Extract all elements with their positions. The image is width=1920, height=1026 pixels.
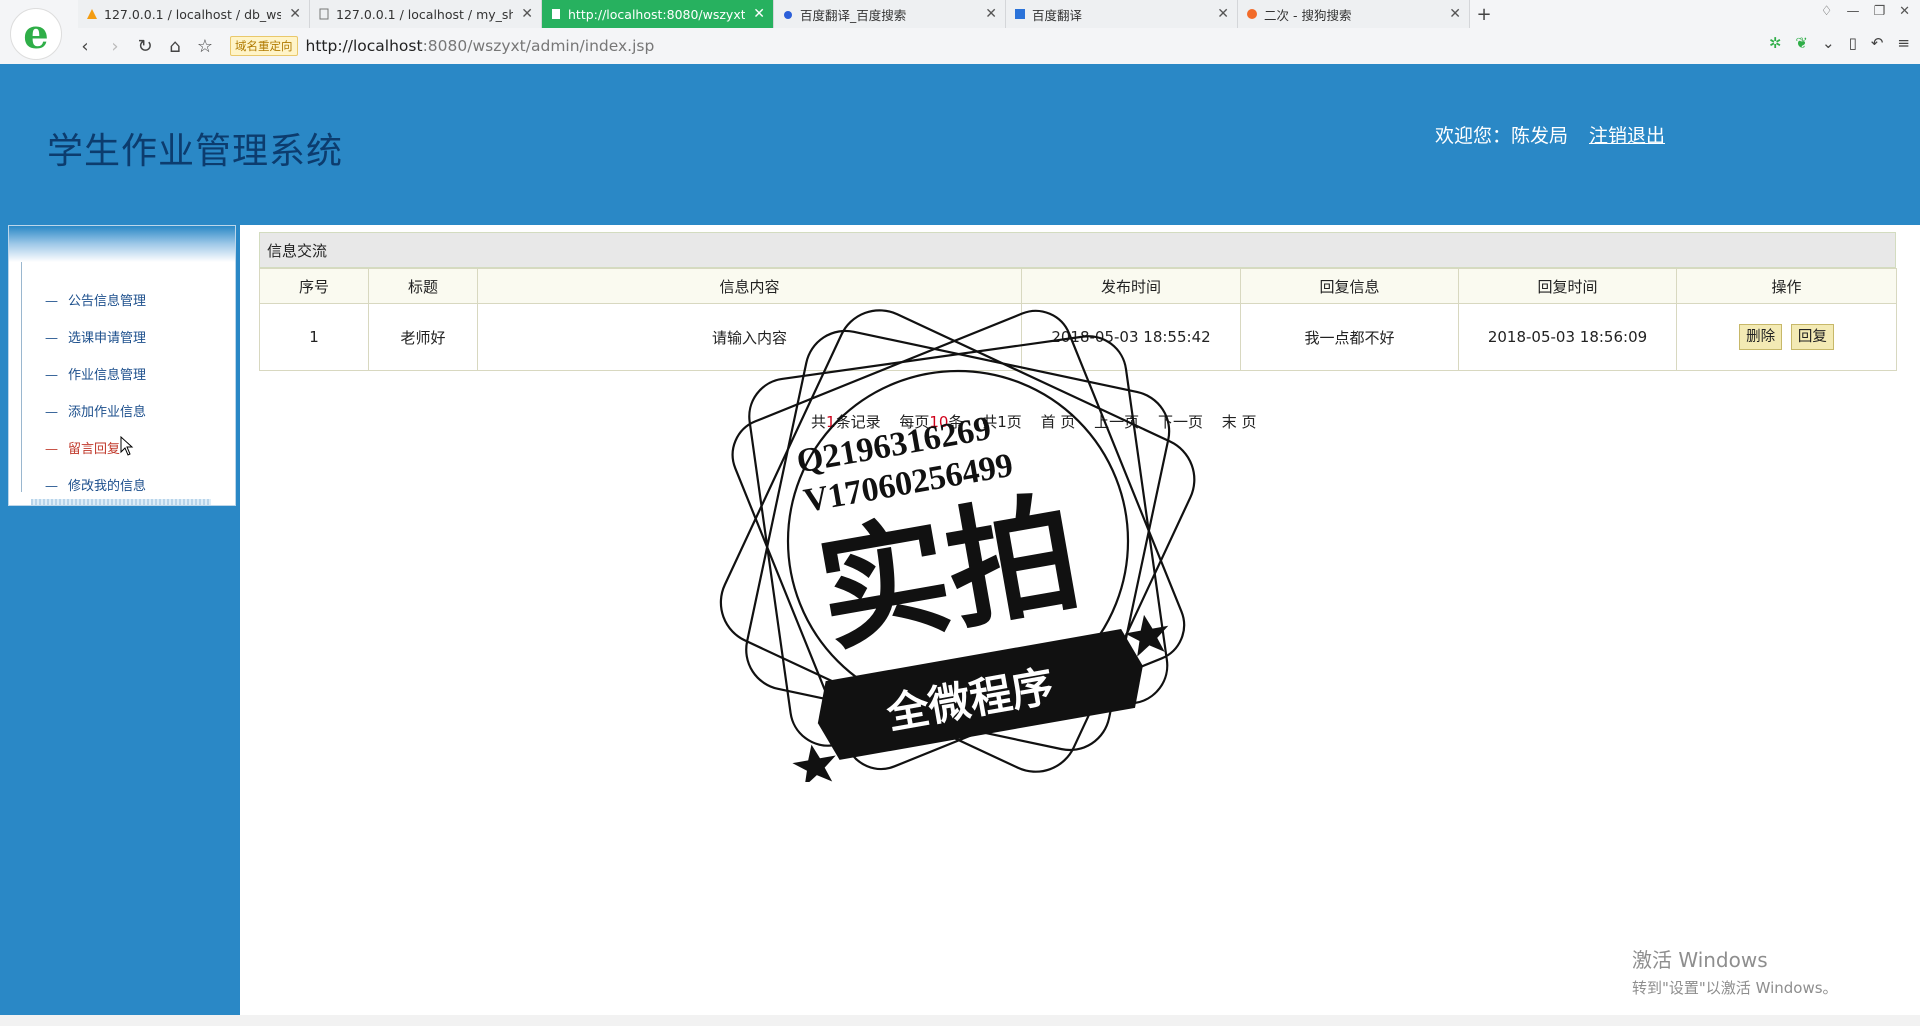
restore-icon[interactable]: ❐ (1873, 4, 1885, 19)
cell-title: 老师好 (368, 303, 478, 371)
redirect-badge: 域名重定向 (230, 36, 298, 56)
browser-logo-icon[interactable]: e (10, 8, 62, 60)
sidebar-item-course-applications[interactable]: — 选课申请管理 (45, 327, 146, 346)
column-header: 标题 (368, 268, 478, 304)
watermark-stamp: Q2196316269 V17060256499 实拍 全微程序 (719, 309, 1196, 782)
welcome-text: 欢迎您：陈发局 (1435, 125, 1569, 147)
sidebar-item-label: 选课申请管理 (68, 331, 147, 346)
close-tab-icon[interactable]: ✕ (289, 6, 301, 22)
close-window-icon[interactable]: ✕ (1899, 4, 1910, 19)
sidebar-item-message-reply[interactable]: — 留言回复 (45, 438, 120, 457)
sidebar-item-label: 留言回复 (68, 442, 121, 457)
leaf-icon[interactable]: ❦ (1795, 34, 1808, 52)
browser-status-bar (0, 1015, 1920, 1026)
bookmark-icon[interactable]: ▯ (1849, 34, 1857, 52)
cell-reply-time: 2018-05-03 18:56:09 (1458, 303, 1677, 371)
browser-tab[interactable]: 百度翻译_百度搜索 ✕ (774, 0, 1006, 28)
tab-title: 二次 - 搜狗搜索 (1264, 7, 1352, 23)
pager-last-link[interactable]: 末 页 (1222, 413, 1257, 431)
baidu-icon (782, 8, 794, 20)
tab-title: 127.0.0.1 / localhost / my_she (336, 6, 514, 22)
browser-tab[interactable]: 127.0.0.1 / localhost / db_wsz ✕ (78, 0, 310, 28)
reload-icon[interactable]: ↻ (130, 32, 160, 60)
sidebar-item-add-homework[interactable]: — 添加作业信息 (45, 401, 146, 420)
delete-button[interactable]: 删除 (1739, 324, 1783, 350)
sidebar-item-label: 作业信息管理 (68, 368, 147, 383)
column-header: 回复信息 (1240, 268, 1459, 304)
app-header: 学生作业管理系统 欢迎您：陈发局 注销退出 (0, 64, 1920, 224)
favorite-star-icon[interactable]: ☆ (190, 32, 220, 60)
sidebar-item-homework[interactable]: — 作业信息管理 (45, 364, 146, 383)
close-tab-icon[interactable]: ✕ (985, 6, 997, 22)
activation-title: 激活 Windows (1632, 948, 1768, 972)
forward-icon[interactable]: › (100, 32, 130, 60)
url-host: http://localhost (305, 37, 423, 55)
minimize-icon[interactable]: — (1846, 4, 1859, 19)
new-tab-icon[interactable]: + (1470, 0, 1498, 28)
sidebar-item-my-info[interactable]: — 修改我的信息 (45, 475, 146, 494)
window-controls: ♢ — ❐ ✕ (1821, 4, 1910, 19)
close-tab-icon[interactable]: ✕ (1449, 6, 1461, 22)
sidebar-item-label: 修改我的信息 (68, 479, 147, 494)
close-tab-icon[interactable]: ✕ (1217, 6, 1229, 22)
mouse-cursor-icon (120, 436, 134, 456)
address-bar[interactable]: http://localhost:8080/wszyxt/admin/index… (306, 37, 655, 55)
tab-title: http://localhost:8080/wszyxt/ (568, 6, 746, 22)
sidebar: — 公告信息管理 — 选课申请管理 — 作业信息管理 — 添加作业信息 — 留言回复 — 修… (8, 225, 236, 506)
page-icon (318, 8, 330, 20)
close-tab-icon[interactable]: ✕ (521, 6, 533, 22)
tab-title: 百度翻译 (1032, 7, 1083, 23)
activation-subtitle: 转到"设置"以激活 Windows。 (1632, 979, 1838, 997)
phpmyadmin-icon (86, 8, 98, 20)
cell-no: 1 (259, 303, 369, 371)
sidebar-header (9, 226, 235, 262)
sidebar-menu: — 公告信息管理 — 选课申请管理 — 作业信息管理 — 添加作业信息 — 留言回复 — 修… (21, 262, 221, 494)
shirt-icon[interactable]: ♢ (1821, 4, 1833, 19)
url-path: :8080/wszyxt/admin/index.jsp (422, 37, 655, 55)
tab-strip: 127.0.0.1 / localhost / db_wsz ✕ 127.0.0… (78, 0, 1920, 28)
close-tab-icon[interactable]: ✕ (753, 6, 765, 22)
sidebar-footer (31, 499, 211, 505)
cell-actions: 删除 回复 (1676, 303, 1897, 371)
windows-activation-notice: 激活 Windows 转到"设置"以激活 Windows。 (1632, 944, 1838, 998)
undo-icon[interactable]: ↶ (1871, 34, 1884, 52)
cell-reply: 我一点都不好 (1240, 303, 1459, 371)
sogou-icon (1246, 8, 1258, 20)
browser-tab[interactable]: 二次 - 搜狗搜索 ✕ (1238, 0, 1470, 28)
column-header: 回复时间 (1458, 268, 1677, 304)
chevron-down-icon[interactable]: ⌄ (1822, 34, 1835, 52)
reply-button[interactable]: 回复 (1790, 324, 1834, 350)
menu-icon[interactable]: ≡ (1897, 34, 1910, 52)
page-icon (550, 8, 562, 20)
column-header: 操作 (1676, 268, 1897, 304)
tab-title: 127.0.0.1 / localhost / db_wsz (104, 6, 282, 22)
navigation-bar: ‹ › ↻ ⌂ ☆ 域名重定向 http://localhost:8080/ws… (70, 30, 1920, 62)
extension-icon[interactable]: ✲ (1769, 34, 1782, 52)
nav-toolbar-right: ✲ ❦ ⌄ ▯ ↶ ≡ (1769, 34, 1910, 52)
column-header: 序号 (259, 268, 369, 304)
sidebar-item-label: 公告信息管理 (68, 294, 147, 309)
browser-chrome: e 127.0.0.1 / localhost / db_wsz ✕ 127.0… (0, 0, 1920, 64)
back-icon[interactable]: ‹ (70, 32, 100, 60)
browser-tab[interactable]: 百度翻译 ✕ (1006, 0, 1238, 28)
sidebar-item-announcements[interactable]: — 公告信息管理 (45, 290, 146, 309)
logout-link[interactable]: 注销退出 (1589, 121, 1665, 148)
browser-tab[interactable]: 127.0.0.1 / localhost / my_she ✕ (310, 0, 542, 28)
tab-title: 百度翻译_百度搜索 (800, 7, 907, 23)
translate-icon (1014, 8, 1026, 20)
panel-title: 信息交流 (259, 232, 1896, 268)
page-title: 学生作业管理系统 (47, 131, 344, 172)
browser-tab-active[interactable]: http://localhost:8080/wszyxt/ ✕ (542, 0, 774, 28)
sidebar-item-label: 添加作业信息 (68, 405, 147, 420)
home-icon[interactable]: ⌂ (160, 32, 190, 60)
